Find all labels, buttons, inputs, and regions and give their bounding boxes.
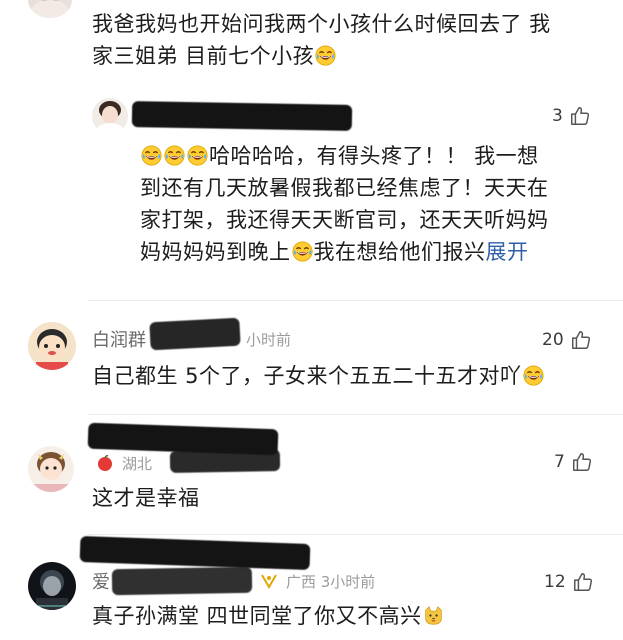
comment-text: 我爸我妈也开始问我两个小孩什么时候回去了 我 家三姐弟 目前七个小孩 <box>92 8 551 72</box>
laughing-crying-emoji <box>315 45 336 66</box>
like-control[interactable]: 7 <box>554 450 593 474</box>
laughing-crying-emoji <box>523 365 544 386</box>
location-time: 广西 3小时前 <box>286 572 376 591</box>
comment-header: 湖北 <box>92 450 152 476</box>
like-count: 7 <box>554 452 565 472</box>
like-count: 3 <box>552 106 563 126</box>
cat-face-emoji <box>423 605 444 626</box>
comment-line: 真子孙满堂 四世同堂了你又不高兴 <box>92 600 445 632</box>
timestamp: 小时前 <box>246 330 292 349</box>
avatar[interactable] <box>92 98 128 134</box>
redaction-bar <box>79 535 311 571</box>
avatar-image <box>28 562 76 610</box>
comment-text: 哈哈哈哈，有得头疼了！！ 我一想 到还有几天放暑假我都已经焦虑了！天天在 家打架… <box>140 140 549 268</box>
avatar[interactable] <box>28 562 76 610</box>
badge-icon <box>261 574 277 589</box>
username[interactable]: 白润群 <box>92 326 146 352</box>
thumbs-up-icon[interactable] <box>572 571 594 593</box>
redaction-bar <box>169 449 281 473</box>
redaction-bar <box>149 317 241 351</box>
location: 湖北 <box>122 454 153 473</box>
comment-line: 家打架，我还得天天断官司，还天天听妈妈 <box>140 208 549 232</box>
avatar-image <box>28 446 74 492</box>
redaction-bar <box>131 101 353 131</box>
comment-text: 自己都生 5个了，子女来个五五二十五才对吖 <box>92 360 545 392</box>
comment-line: 家三姐弟 目前七个小孩 <box>92 40 551 72</box>
comment-line: 自己都生 5个了，子女来个五五二十五才对吖 <box>92 360 545 392</box>
comment-line: 到还有几天放暑假我都已经焦虑了！天天在 <box>140 176 549 200</box>
comment-line: 哈哈哈哈，有得头疼了！！ 我一想 <box>140 140 549 172</box>
comment-text: 真子孙满堂 四世同堂了你又不高兴 <box>92 600 445 632</box>
comment-line: 这才是幸福 <box>92 486 200 510</box>
redaction-bar <box>111 566 253 596</box>
expand-link[interactable]: 展开 <box>486 240 529 264</box>
like-count: 12 <box>544 572 566 592</box>
avatar-image <box>92 98 128 134</box>
comment-line: 我爸我妈也开始问我两个小孩什么时候回去了 我 <box>92 12 551 36</box>
avatar-image <box>28 0 72 18</box>
avatar[interactable] <box>28 322 76 370</box>
like-control[interactable]: 20 <box>542 328 592 352</box>
divider <box>88 300 623 301</box>
avatar[interactable] <box>28 446 74 492</box>
laughing-crying-emoji <box>164 145 185 166</box>
like-count: 20 <box>542 330 564 350</box>
comment-line: 妈妈妈妈到晚上 我在想给他们报兴展开 <box>140 240 529 264</box>
divider <box>88 414 623 415</box>
divider <box>88 534 623 535</box>
username[interactable]: 爱 <box>92 568 110 594</box>
like-control[interactable]: 3 <box>552 104 591 128</box>
avatar-image <box>28 322 76 370</box>
laughing-crying-emoji <box>292 241 313 262</box>
avatar[interactable] <box>28 0 72 18</box>
comment-thread: 我爸我妈也开始问我两个小孩什么时候回去了 我 家三姐弟 目前七个小孩 吕灿 3 … <box>0 0 623 640</box>
thumbs-up-icon[interactable] <box>571 451 593 473</box>
thumbs-up-icon[interactable] <box>569 105 591 127</box>
laughing-crying-emoji <box>141 145 162 166</box>
comment-text: 这才是幸福 <box>92 482 200 514</box>
thumbs-up-icon[interactable] <box>570 329 592 351</box>
laughing-crying-emoji <box>187 145 208 166</box>
apple-icon <box>98 455 112 471</box>
like-control[interactable]: 12 <box>544 570 594 594</box>
